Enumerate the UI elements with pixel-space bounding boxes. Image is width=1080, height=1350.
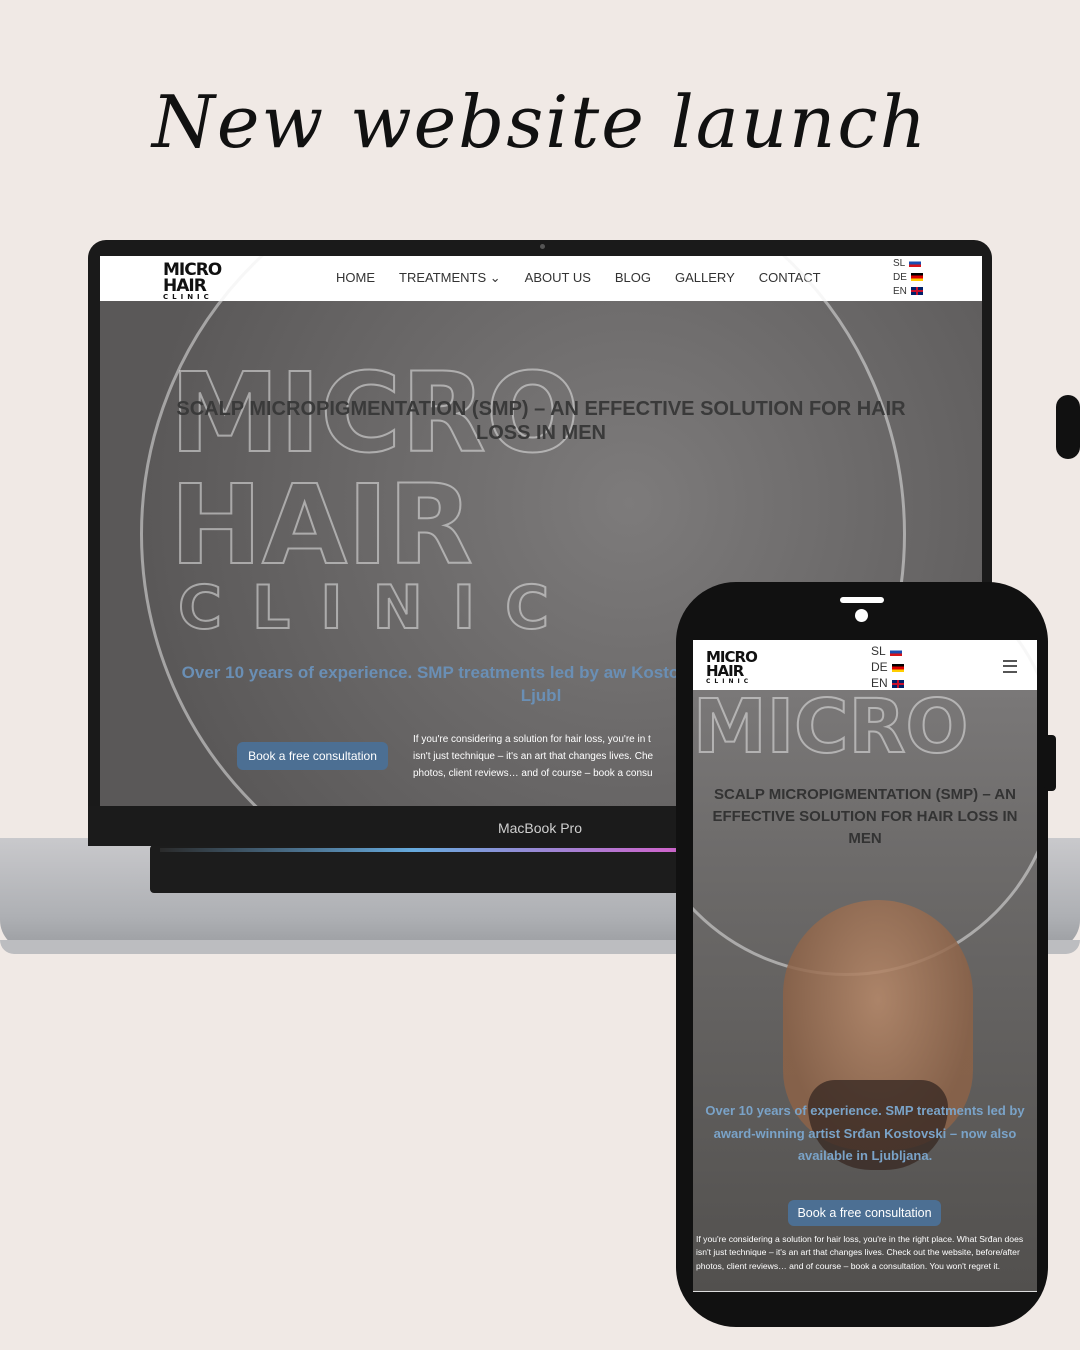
lang-de-label: DE	[893, 272, 907, 283]
book-consultation-button[interactable]: Book a free consultation	[237, 742, 388, 770]
brand-logo[interactable]: MICRO HAIR CLINIC	[163, 261, 222, 302]
mobile-website: MICRO HAIR CLINIC SL DE EN MICRO SCALP M…	[693, 640, 1037, 1292]
lang-sl[interactable]: SL	[893, 257, 923, 271]
lang-de[interactable]: DE	[893, 271, 923, 285]
mobile-hero-body: If you're considering a solution for hai…	[696, 1234, 1024, 1271]
mobile-hero-subtitle: Over 10 years of experience. SMP treatme…	[705, 1103, 1025, 1163]
phone-camera	[855, 609, 868, 622]
neon-sign-clinic: CLINIC	[177, 572, 580, 644]
mobile-divider	[693, 1291, 1037, 1292]
language-switcher: SL DE EN	[893, 257, 923, 299]
hero-body-line-2: isn't just technique – it's an art that …	[413, 751, 654, 762]
mobile-hero-title: SCALP MICROPIGMENTATION (SMP) – AN EFFEC…	[712, 786, 1018, 847]
uk-flag-icon	[910, 287, 923, 296]
slovenia-flag-icon	[909, 259, 922, 268]
mobile-book-consultation-button[interactable]: Book a free consultation	[788, 1200, 941, 1226]
hero-body-text: If you're considering a solution for hai…	[413, 731, 713, 782]
hero-body-line-1: If you're considering a solution for hai…	[413, 734, 651, 745]
lang-sl-label: SL	[893, 258, 906, 269]
mobile-neon-sign: MICRO	[693, 683, 969, 771]
phone-speaker	[840, 597, 884, 603]
phone-side-button	[1044, 735, 1056, 791]
lang-en-label: EN	[893, 286, 907, 297]
neon-sign-hair: HAIR	[169, 460, 474, 590]
logo-line-2: HAIR	[163, 276, 207, 297]
logo-line-3: CLINIC	[163, 293, 213, 302]
laptop-camera	[540, 244, 545, 249]
germany-flag-icon	[910, 273, 923, 282]
hero-title: SCALP MICROPIGMENTATION (SMP) – AN EFFEC…	[176, 398, 906, 444]
lang-en[interactable]: EN	[893, 285, 923, 299]
hero-body-line-3: photos, client reviews… and of course – …	[413, 768, 653, 779]
side-pill	[1056, 395, 1080, 459]
headline: New website launch	[151, 80, 929, 164]
